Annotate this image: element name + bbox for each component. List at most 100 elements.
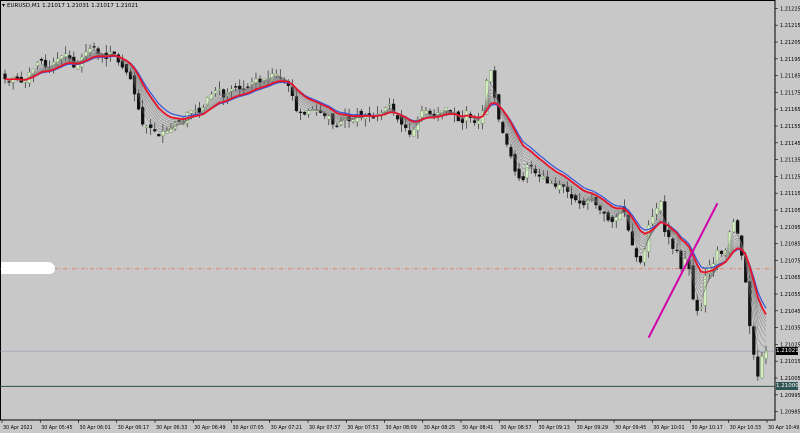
candle-body — [84, 51, 88, 57]
candle-body — [161, 130, 165, 137]
price-tick-label: 1.21145 — [780, 141, 800, 147]
candle-body — [578, 200, 582, 204]
ma-line-gray — [4, 51, 767, 343]
time-tick-label: 30 Apr 08:25 — [424, 425, 455, 431]
candle-body — [302, 111, 307, 115]
candle-body — [112, 51, 116, 54]
candle-body — [505, 133, 509, 145]
ma-line-gray — [4, 54, 767, 327]
candle-body — [570, 194, 574, 199]
price-tick-label: 1.21195 — [780, 57, 800, 63]
price-tick-label: 1.21035 — [780, 326, 800, 332]
candle-body — [651, 216, 655, 225]
price-tick-label: 1.21065 — [780, 275, 800, 281]
candle-body — [250, 82, 254, 85]
ma-line-gray — [4, 50, 767, 348]
time-tick-label: 30 Apr 06:49 — [194, 425, 225, 431]
price-tick-label: 1.20985 — [780, 410, 800, 416]
candle-body — [513, 153, 517, 172]
candle-body — [92, 46, 96, 48]
price-tick-label: 1.21125 — [780, 174, 800, 180]
ma-line-gray — [4, 53, 767, 332]
chart-symbol: EURUSD,M1 — [7, 3, 41, 9]
candle-body — [756, 356, 760, 377]
price-tick-label: 1.21215 — [780, 23, 800, 29]
candle-body — [699, 307, 703, 309]
price-tick-label: 1.21075 — [780, 258, 800, 264]
time-tick-label: 30 Apr 07:21 — [271, 425, 302, 431]
candle-body — [695, 299, 699, 311]
candle-body — [339, 120, 343, 125]
candle-body — [582, 200, 586, 206]
candle-body — [371, 117, 375, 119]
candle-body — [537, 174, 541, 177]
candle-body — [234, 86, 238, 88]
time-tick-label: 30 Apr 09:45 — [615, 425, 646, 431]
ma-line-gray — [4, 54, 767, 322]
candle-body — [424, 110, 428, 115]
candle-body — [412, 129, 416, 137]
candle-body — [39, 58, 44, 61]
price-tick-label: 1.21155 — [780, 124, 800, 130]
plot-frame — [0, 0, 776, 421]
candle-body — [602, 211, 606, 214]
time-tick-label: 30 Apr 06:01 — [80, 425, 111, 431]
time-tick-label: 30 Apr 10:01 — [653, 425, 684, 431]
time-tick-label: 30 Apr 07:37 — [309, 425, 340, 431]
candle-body — [387, 103, 392, 106]
price-tick-label: 1.21175 — [780, 90, 800, 96]
candle-body — [541, 176, 545, 179]
candle-body — [731, 221, 736, 233]
candle-body — [23, 80, 27, 83]
price-tick-label: 1.21225 — [780, 6, 800, 12]
candle-body — [501, 121, 505, 133]
chart-ohlc-values: 1.21017 1.21031 1.21017 1.21021 — [42, 3, 139, 9]
candle-body — [476, 120, 481, 125]
price-tick-label: 1.21115 — [780, 191, 800, 197]
level-price-tag: 1.21000 — [776, 382, 799, 391]
time-tick-label: 30 Apr 08:41 — [462, 425, 493, 431]
price-tick-label: 1.21165 — [780, 107, 800, 113]
redacted-label-blob — [1, 262, 55, 274]
candle-body — [634, 248, 639, 258]
candle-body — [420, 110, 424, 118]
price-tick-label: 1.21005 — [780, 376, 800, 382]
ma-line-gray — [4, 52, 767, 337]
candle-body — [254, 78, 258, 84]
candle-body — [472, 120, 477, 123]
time-tick-label: 30 Apr 06:33 — [156, 425, 187, 431]
candle-body — [493, 70, 497, 98]
time-tick-label: 30 Apr 06:17 — [118, 425, 149, 431]
price-chart[interactable]: 1.21225 1.21215 1.21205 1.21195 1.21185 1.211… — [0, 0, 800, 433]
candle-body — [153, 129, 157, 132]
price-tick-label: 1.21095 — [780, 225, 800, 231]
candle-body — [549, 182, 554, 185]
price-tick-label: 1.21105 — [780, 208, 800, 214]
ma-line-gray — [4, 49, 767, 354]
candle-body — [193, 110, 197, 112]
candle-body — [719, 250, 724, 254]
candle-body — [655, 208, 659, 215]
price-tick-label: 1.21205 — [780, 40, 800, 46]
candle-body — [189, 110, 193, 114]
candle-body — [7, 81, 11, 83]
candle-body — [675, 249, 679, 252]
candle-body — [408, 130, 412, 135]
chart-menu-arrow-icon[interactable]: ▾ — [2, 3, 5, 9]
time-tick-label: 30 Apr 2021 — [3, 425, 33, 431]
current-price-tag: 1.21021 — [776, 347, 799, 356]
candle-body — [298, 111, 303, 113]
ma-line-gray — [4, 54, 767, 319]
candle-body — [736, 220, 740, 234]
chart-title-bar: ▾ EURUSD,M1 1.21017 1.21031 1.21017 1.21… — [2, 1, 138, 11]
price-tick-label: 1.21085 — [780, 242, 800, 248]
candle-body — [157, 133, 161, 137]
time-tick-label: 30 Apr 10:17 — [692, 425, 723, 431]
candle-body — [327, 115, 331, 120]
price-tick-label: 1.20995 — [780, 393, 800, 399]
ma-line-red — [4, 54, 767, 315]
time-tick-label: 30 Apr 09:13 — [539, 425, 570, 431]
time-tick-label: 30 Apr 10:49 — [768, 425, 799, 431]
time-tick-label: 30 Apr 08:57 — [500, 425, 531, 431]
chart-window[interactable]: 1.21225 1.21215 1.21205 1.21195 1.21185 1.211… — [0, 0, 800, 433]
